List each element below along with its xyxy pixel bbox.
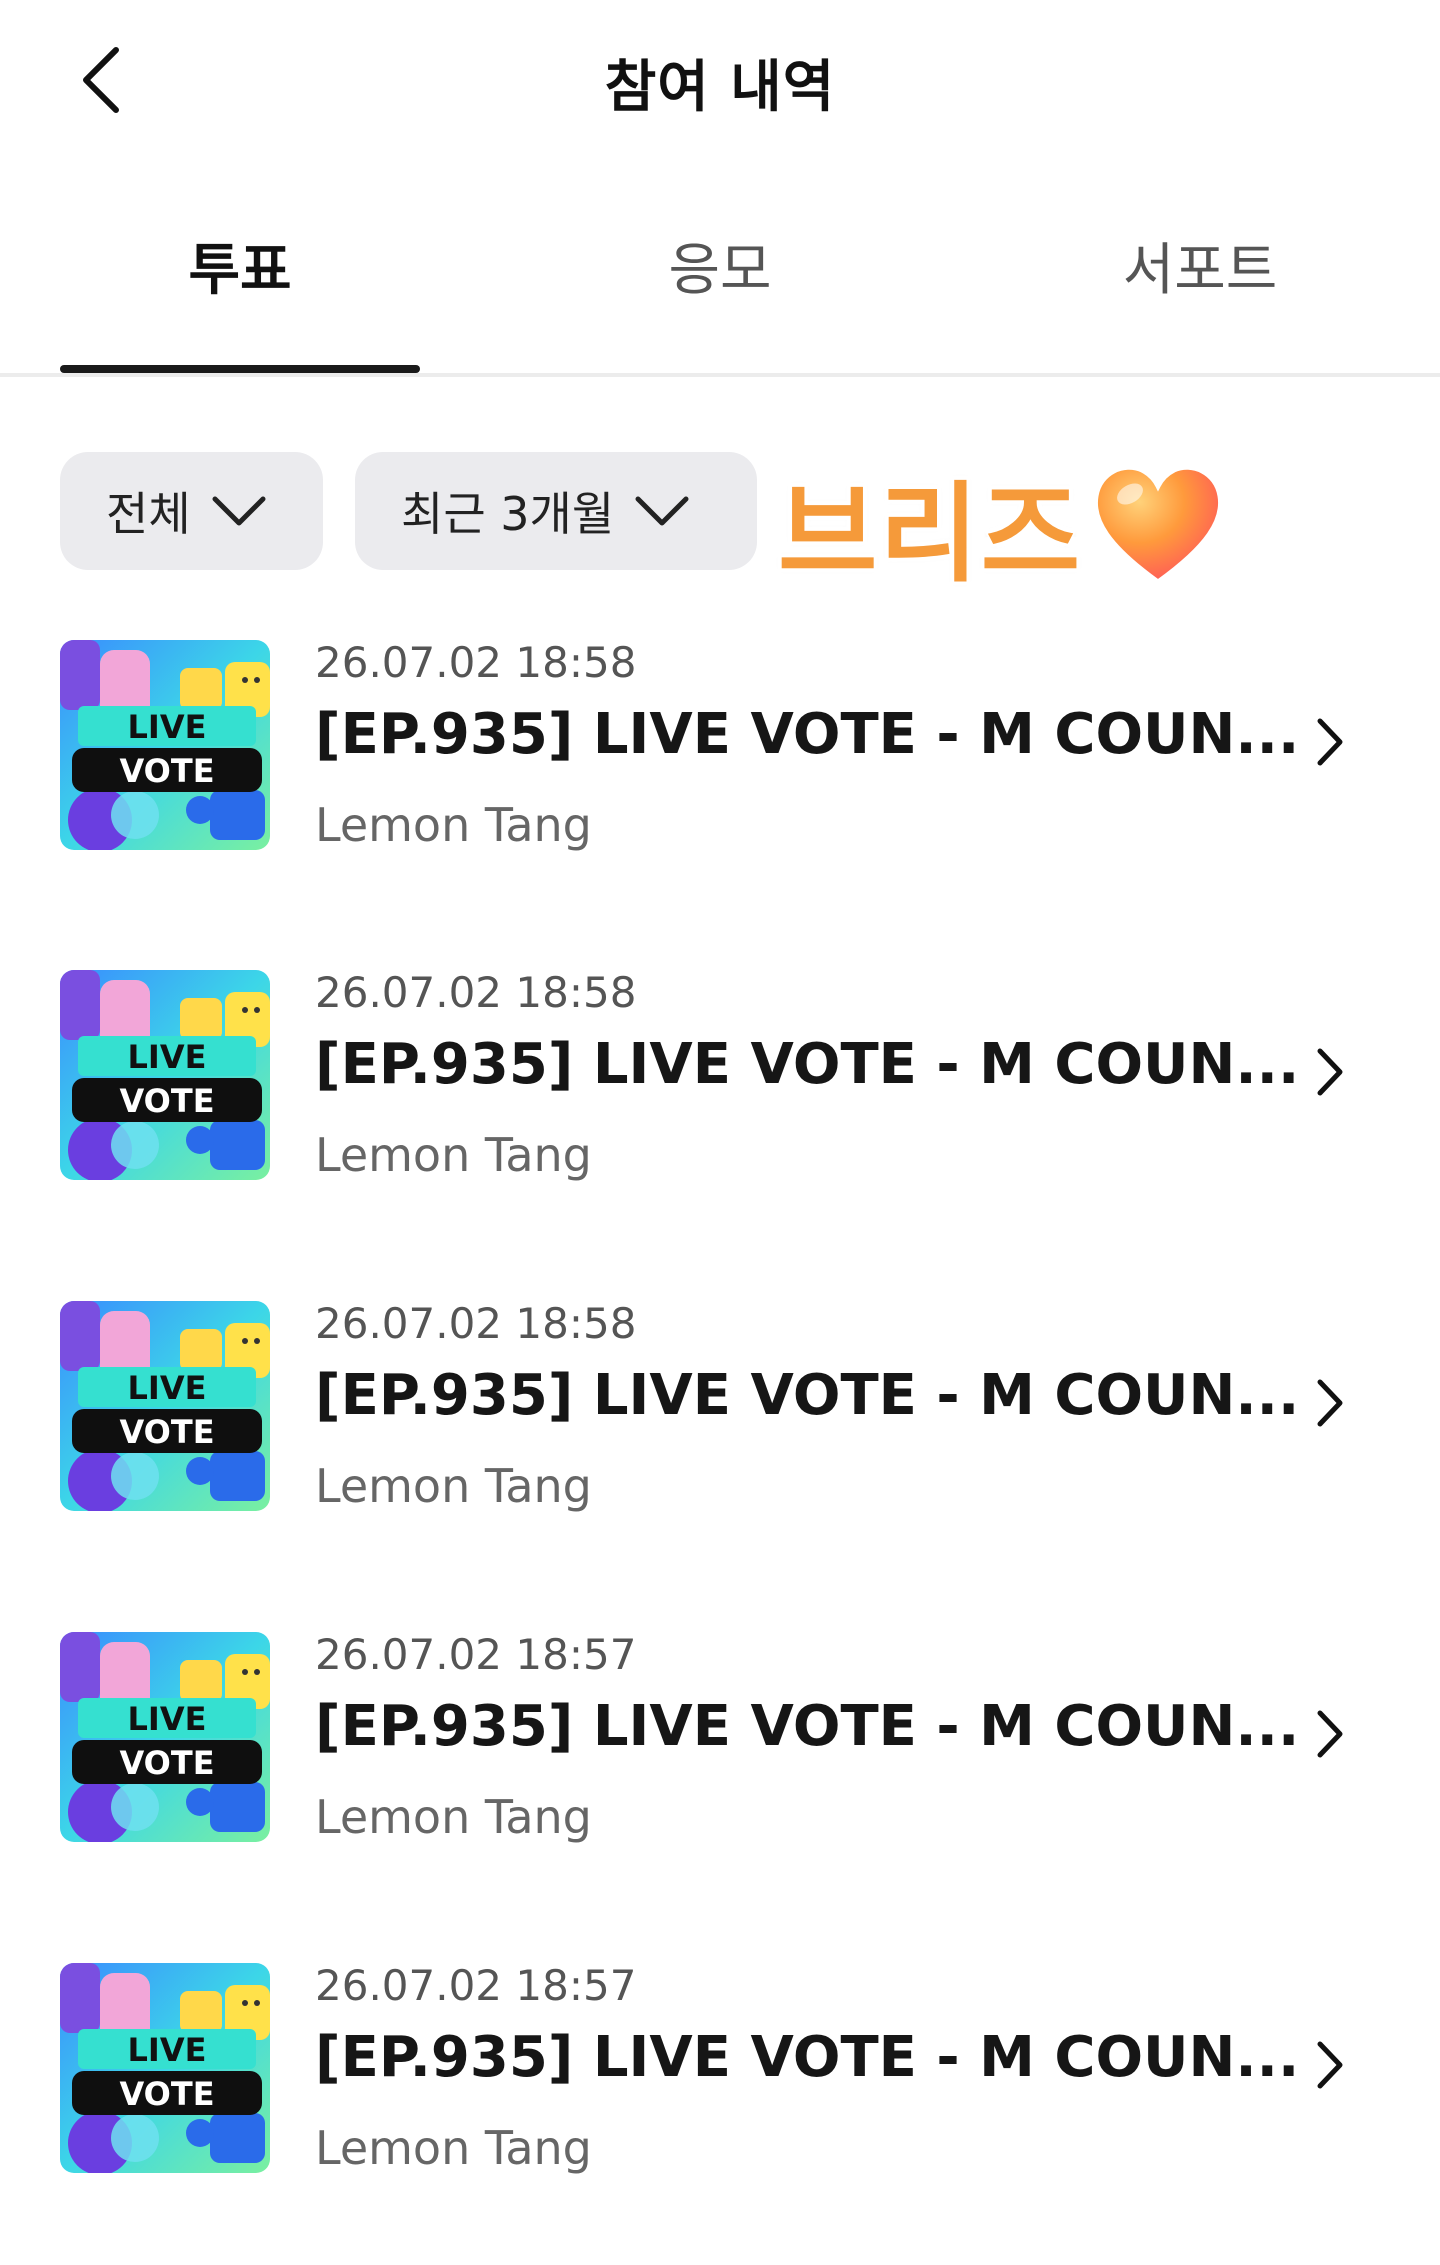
list-item[interactable]: LIVE VOTE 26.07.02 18:58 [EP.935] LIVE V… xyxy=(0,1299,1440,1601)
chevron-right-icon xyxy=(1300,2035,1360,2095)
item-date: 26.07.02 18:58 xyxy=(315,968,637,1017)
item-title: [EP.935] LIVE VOTE - M COUN... xyxy=(315,1363,1300,1428)
tabs-divider xyxy=(0,373,1440,377)
list-item[interactable]: LIVE VOTE 26.07.02 18:58 [EP.935] LIVE V… xyxy=(0,638,1440,940)
orange-heart-icon xyxy=(1088,458,1228,592)
chevron-right-icon xyxy=(1300,1042,1360,1102)
vote-thumbnail: LIVE VOTE xyxy=(60,640,270,850)
thumbnail-line2: VOTE xyxy=(119,2075,214,2113)
item-title: [EP.935] LIVE VOTE - M COUN... xyxy=(315,702,1300,767)
vote-thumbnail: LIVE VOTE xyxy=(60,1301,270,1511)
item-date: 26.07.02 18:57 xyxy=(315,1630,637,1679)
item-date: 26.07.02 18:58 xyxy=(315,1299,637,1348)
period-filter-dropdown[interactable]: 최근 3개월 xyxy=(355,452,757,570)
category-filter-label: 전체 xyxy=(106,487,191,541)
thumbnail-line2: VOTE xyxy=(119,1082,214,1120)
thumbnail-line1: LIVE xyxy=(128,1038,207,1076)
item-artist: Lemon Tang xyxy=(315,1459,592,1513)
list-item[interactable]: LIVE VOTE 26.07.02 18:57 [EP.935] LIVE V… xyxy=(0,1961,1440,2263)
item-artist: Lemon Tang xyxy=(315,2121,592,2175)
list-item[interactable]: LIVE VOTE 26.07.02 18:57 [EP.935] LIVE V… xyxy=(0,1630,1440,1932)
sticker-overlay: 브리즈 xyxy=(778,450,1228,600)
page-title: 참여 내역 xyxy=(604,55,836,120)
category-filter-dropdown[interactable]: 전체 xyxy=(60,452,323,570)
chevron-right-icon xyxy=(1300,712,1360,772)
item-artist: Lemon Tang xyxy=(315,1128,592,1182)
tab-support[interactable]: 서포트 xyxy=(1020,225,1380,375)
active-tab-indicator xyxy=(60,365,420,373)
sticker-text: 브리즈 xyxy=(778,472,1083,597)
list-item[interactable]: LIVE VOTE 26.07.02 18:58 [EP.935] LIVE V… xyxy=(0,968,1440,1270)
tab-bar: 투표 응모 서포트 xyxy=(0,225,1440,375)
chevron-down-icon xyxy=(634,494,690,528)
chevron-right-icon xyxy=(1300,1373,1360,1433)
thumbnail-line1: LIVE xyxy=(128,708,207,746)
item-date: 26.07.02 18:58 xyxy=(315,638,637,687)
thumbnail-line2: VOTE xyxy=(119,752,214,790)
thumbnail-line2: VOTE xyxy=(119,1413,214,1451)
vote-thumbnail: LIVE VOTE xyxy=(60,1632,270,1842)
item-artist: Lemon Tang xyxy=(315,798,592,852)
thumbnail-line1: LIVE xyxy=(128,2031,207,2069)
vote-thumbnail: LIVE VOTE xyxy=(60,970,270,1180)
item-title: [EP.935] LIVE VOTE - M COUN... xyxy=(315,1032,1300,1097)
thumbnail-line1: LIVE xyxy=(128,1369,207,1407)
item-artist: Lemon Tang xyxy=(315,1790,592,1844)
chevron-right-icon xyxy=(1300,1704,1360,1764)
chevron-down-icon xyxy=(211,494,267,528)
thumbnail-line1: LIVE xyxy=(128,1700,207,1738)
tab-vote[interactable]: 투표 xyxy=(60,225,420,375)
item-title: [EP.935] LIVE VOTE - M COUN... xyxy=(315,1694,1300,1759)
tab-entry[interactable]: 응모 xyxy=(540,225,900,375)
vote-thumbnail: LIVE VOTE xyxy=(60,1963,270,2173)
thumbnail-line2: VOTE xyxy=(119,1744,214,1782)
item-date: 26.07.02 18:57 xyxy=(315,1961,637,2010)
app-header: 참여 내역 xyxy=(0,0,1440,170)
period-filter-label: 최근 3개월 xyxy=(401,487,615,541)
item-title: [EP.935] LIVE VOTE - M COUN... xyxy=(315,2025,1300,2090)
